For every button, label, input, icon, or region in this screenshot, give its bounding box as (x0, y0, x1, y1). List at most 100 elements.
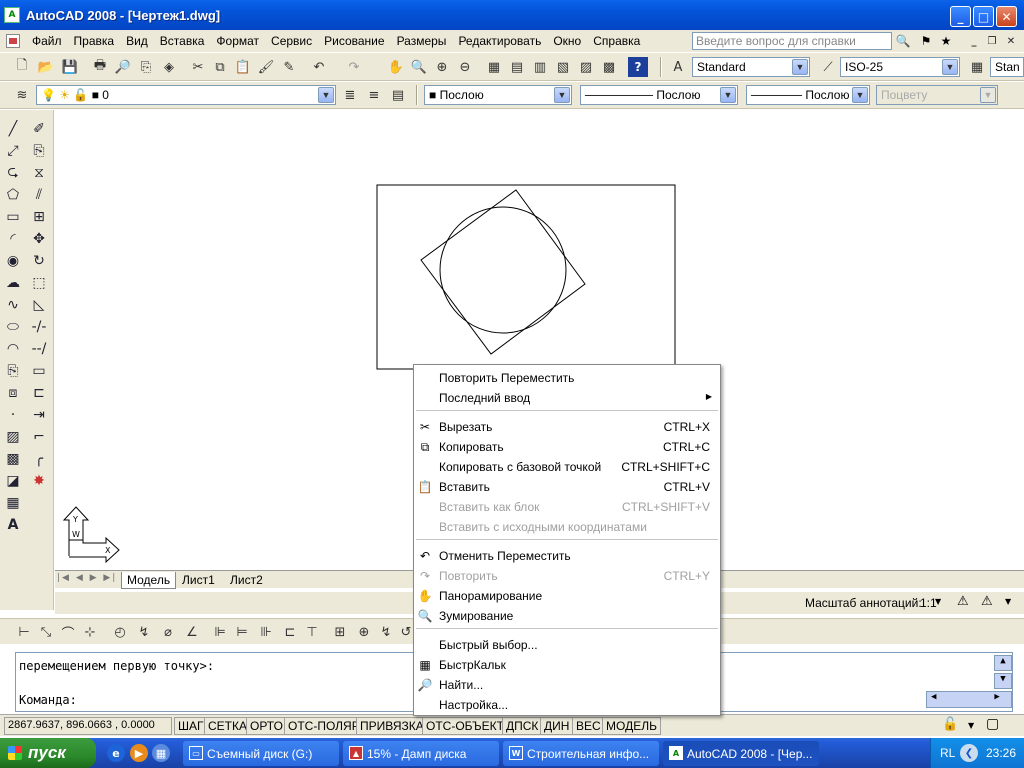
menu-file[interactable]: Файл (26, 34, 68, 48)
match-properties-icon[interactable]: 🖌 (256, 57, 276, 77)
arc-length-icon[interactable]: ⌒ (58, 622, 78, 642)
help-icon[interactable]: ? (628, 57, 648, 77)
publish-icon[interactable]: ⎘ (136, 57, 156, 77)
scroll-down-button[interactable]: ▼ (994, 673, 1012, 689)
chevron-down-icon[interactable]: ▼ (792, 59, 808, 75)
menu-item-pan[interactable]: ✋ Панорамирование (414, 586, 720, 606)
plot-preview-icon[interactable]: 🔎 (113, 57, 133, 77)
quick-leader-icon[interactable]: ⊏ (280, 622, 300, 642)
favorites-star-icon[interactable]: ★ (938, 33, 954, 49)
circle-icon[interactable]: ◉ (2, 250, 24, 272)
erase-icon[interactable]: ✐ (28, 118, 50, 140)
aligned-dimension-icon[interactable]: ⤡ (36, 622, 56, 642)
task-disk-dump[interactable]: ▲ 15% - Дамп диска (343, 741, 499, 766)
hatch-icon[interactable]: ▨ (2, 426, 24, 448)
point-icon[interactable]: · (2, 404, 24, 426)
linear-dimension-icon[interactable]: ⊢ (14, 622, 34, 642)
menu-item-zoom[interactable]: 🔍 Зумирование (414, 606, 720, 626)
task-autocad[interactable]: A AutoCAD 2008 - [Чер... (663, 741, 819, 766)
gradient-icon[interactable]: ▩ (2, 448, 24, 470)
insert-block-icon[interactable]: ⎘ (2, 360, 24, 382)
tolerance-icon[interactable]: ⊤ (302, 622, 322, 642)
drawing-circle[interactable] (439, 206, 567, 334)
polyline-icon[interactable]: ⮎ (2, 162, 24, 184)
menu-item-undo-move[interactable]: ↶ Отменить Переместить (414, 546, 720, 566)
block-editor-icon[interactable]: ✎ (279, 57, 299, 77)
lineweight-select[interactable]: ────── Послою ▼ (746, 85, 870, 105)
menu-format[interactable]: Формат (210, 34, 265, 48)
communication-center-icon[interactable]: ⚑ (918, 33, 934, 49)
chamfer-icon[interactable]: ⌐ (28, 426, 50, 448)
menu-tools[interactable]: Сервис (265, 34, 318, 48)
ortho-toggle[interactable]: ОРТО (246, 717, 287, 735)
ordinate-dimension-icon[interactable]: ⊹ (80, 622, 100, 642)
help-search-input[interactable]: Введите вопрос для справки (692, 32, 892, 50)
language-indicator[interactable]: RL (940, 746, 955, 760)
text-style-select[interactable]: Standard ▼ (692, 57, 810, 77)
markup-icon[interactable]: ▨ (576, 57, 596, 77)
menu-edit[interactable]: Правка (68, 34, 121, 48)
baseline-dimension-icon[interactable]: ⊨ (232, 622, 252, 642)
ellipse-icon[interactable]: ⬭ (2, 316, 24, 338)
menu-draw[interactable]: Рисование (318, 34, 390, 48)
maximize-button[interactable]: □ (973, 6, 994, 27)
array-icon[interactable]: ⊞ (28, 206, 50, 228)
save-icon[interactable]: 💾 (60, 57, 80, 77)
tab-navigation-arrows[interactable]: |◀ ◀ ▶ ▶| (57, 573, 117, 583)
radius-dimension-icon[interactable]: ◴ (110, 622, 130, 642)
rectangle-icon[interactable]: ▭ (2, 206, 24, 228)
start-button[interactable]: пуск (0, 738, 96, 768)
chevron-down-icon[interactable]: ▼ (942, 59, 958, 75)
jogged-dimension-icon[interactable]: ↯ (134, 622, 154, 642)
layer-select[interactable]: 💡 ☀ 🔓 ■ 0 ▼ (36, 85, 336, 105)
sheet-set-icon[interactable]: ▧ (553, 57, 573, 77)
menu-dimension[interactable]: Размеры (391, 34, 453, 48)
construction-line-icon[interactable]: ⤢ (2, 140, 24, 162)
menu-view[interactable]: Вид (120, 34, 154, 48)
break-at-point-icon[interactable]: ▭ (28, 360, 50, 382)
chevron-down-icon[interactable]: ▼ (935, 597, 941, 606)
drawing-rotated-square[interactable] (420, 189, 586, 355)
clean-screen-icon[interactable]: ▢ (986, 716, 999, 732)
angular-dimension-icon[interactable]: ∠ (182, 622, 202, 642)
layer-states-icon[interactable]: ▤ (388, 85, 408, 105)
chevron-down-icon[interactable]: ▼ (318, 87, 334, 103)
fillet-icon[interactable]: ╭ (28, 448, 50, 470)
internet-explorer-icon[interactable]: e (107, 744, 125, 762)
document-icon[interactable] (6, 34, 20, 48)
chevron-down-icon[interactable]: ▼ (720, 87, 736, 103)
copy-object-icon[interactable]: ⎘ (28, 140, 50, 162)
menu-item-find[interactable]: 🔎 Найти... (414, 675, 720, 695)
region-icon[interactable]: ◪ (2, 470, 24, 492)
extend-icon[interactable]: --/ (28, 338, 50, 360)
layer-manager-icon[interactable]: ≋ (12, 85, 32, 105)
menu-window[interactable]: Окно (547, 34, 587, 48)
tab-layout2[interactable]: Лист2 (225, 572, 268, 588)
minimize-button[interactable]: _ (950, 6, 971, 27)
coordinates-display[interactable]: 2867.9637, 896.0663 , 0.0000 (4, 717, 172, 735)
trim-icon[interactable]: -/- (28, 316, 50, 338)
menu-item-quickcalc[interactable]: ▦ БыстрКальк (414, 655, 720, 675)
dimension-edit-icon[interactable]: ⊕ (354, 622, 374, 642)
chevron-down-icon[interactable]: ▼ (554, 87, 570, 103)
show-desktop-icon[interactable]: ▦ (152, 744, 170, 762)
calculator-icon[interactable]: ▩ (599, 57, 619, 77)
pan-realtime-icon[interactable]: ✋ (386, 57, 406, 77)
layer-previous-icon[interactable]: ≡ (364, 85, 384, 105)
drawing-rectangle[interactable] (376, 184, 676, 370)
revision-cloud-icon[interactable]: ☁ (2, 272, 24, 294)
table-style-icon[interactable]: ▦ (967, 57, 987, 77)
osnap-toggle[interactable]: ПРИВЯЗКА (356, 717, 428, 735)
dim-style-select[interactable]: ISO-25 ▼ (840, 57, 960, 77)
make-current-layer-icon[interactable]: ≣ (340, 85, 360, 105)
menu-modify[interactable]: Редактировать (452, 34, 547, 48)
show-hidden-icons-icon[interactable]: ❮ (960, 744, 978, 762)
menu-insert[interactable]: Вставка (154, 34, 211, 48)
redo-icon[interactable]: ↷ (344, 57, 364, 77)
cut-icon[interactable]: ✂ (188, 57, 208, 77)
zoom-previous-icon[interactable]: ⊖ (455, 57, 475, 77)
doc-close-button[interactable]: ✕ (1003, 33, 1019, 49)
chevron-down-icon[interactable]: ▼ (968, 721, 974, 730)
menu-item-copy[interactable]: ⧉ Копировать CTRL+C (414, 437, 720, 457)
stretch-icon[interactable]: ◺ (28, 294, 50, 316)
